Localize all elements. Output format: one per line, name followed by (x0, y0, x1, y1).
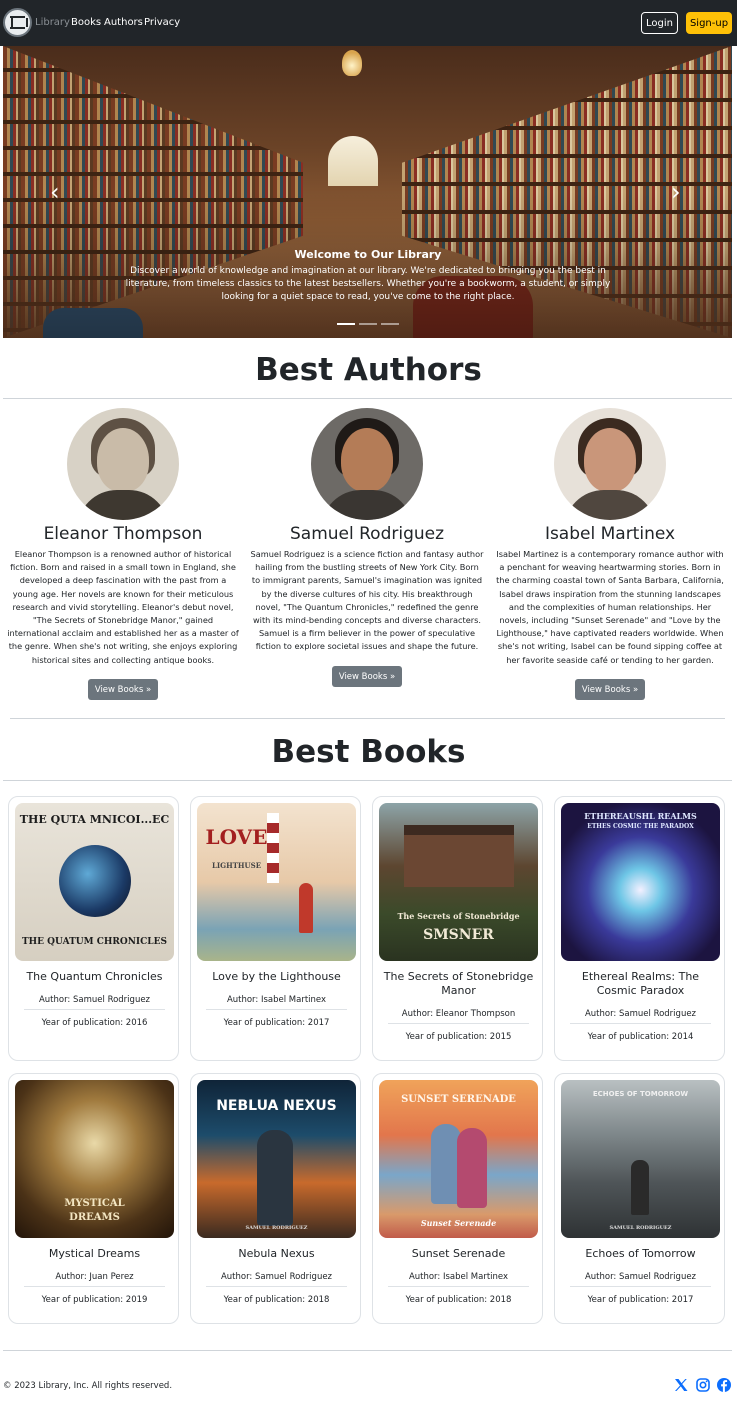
book-year: Year of publication: 2017 (587, 1295, 694, 1305)
book-title[interactable]: Nebula Nexus (197, 1247, 356, 1261)
book-author: Author: Samuel Rodriguez (584, 1009, 697, 1019)
footer-copyright: © 2023 Library, Inc. All rights reserved… (3, 1381, 173, 1391)
author-name: Eleanor Thompson (43, 524, 203, 544)
author-avatar (554, 408, 666, 520)
book-separator (206, 1286, 347, 1287)
carousel-indicator-2[interactable] (359, 323, 377, 325)
author-card: Eleanor Thompson Eleanor Thompson is a r… (4, 408, 242, 701)
author-bio: Isabel Martinez is a contemporary romanc… (496, 549, 724, 665)
best-authors-heading: Best Authors (255, 352, 482, 388)
author-name: Samuel Rodriguez (289, 524, 445, 544)
book-title[interactable]: The Secrets of Stonebridge Manor (379, 970, 538, 998)
hero-carousel: ‹ › Welcome to Our Library Discover a wo… (3, 46, 732, 338)
book-card[interactable]: NEBLUA NEXUS SAMUEL RODRIGUEZ Nebula Nex… (190, 1073, 361, 1324)
carousel-indicator-1[interactable] (337, 323, 355, 325)
book-card[interactable]: The Secrets of Stonebridge SMSNER The Se… (372, 796, 543, 1061)
author-card: Isabel Martinex Isabel Martinez is a con… (491, 408, 729, 701)
book-separator (570, 1023, 711, 1024)
carousel-caption-text: Discover a world of knowledge and imagin… (125, 266, 611, 302)
book-year: Year of publication: 2018 (223, 1295, 330, 1305)
carousel-indicator-3[interactable] (381, 323, 399, 325)
book-title[interactable]: Ethereal Realms: The Cosmic Paradox (561, 970, 720, 998)
author-bio: Samuel Rodriguez is a science fiction an… (250, 549, 484, 652)
book-author: Author: Samuel Rodriguez (220, 1272, 333, 1282)
footer-divider (3, 1350, 732, 1351)
author-avatar (311, 408, 423, 520)
book-card[interactable]: MYSTICAL DREAMS Mystical Dreams Author: … (8, 1073, 179, 1324)
book-separator (24, 1286, 165, 1287)
carousel-caption: Welcome to Our Library Discover a world … (123, 248, 613, 304)
authors-divider (3, 398, 732, 399)
carousel-indicators (337, 323, 399, 325)
best-books-heading: Best Books (271, 734, 466, 770)
book-cover-image: THE QUTA MNICOI...EC THE QUATUM CHRONICL… (15, 803, 174, 961)
nav-link-privacy[interactable]: Privacy (144, 17, 180, 28)
nav-link-books[interactable]: Books (71, 17, 101, 28)
book-author: Author: Juan Perez (55, 1272, 134, 1282)
book-title[interactable]: Sunset Serenade (379, 1247, 538, 1261)
signup-button[interactable]: Sign-up (686, 12, 732, 34)
book-title[interactable]: Mystical Dreams (15, 1247, 174, 1261)
facebook-icon[interactable] (716, 1377, 732, 1393)
section-divider (10, 718, 725, 719)
book-cover-image: SUNSET SERENADE Sunset Serenade (379, 1080, 538, 1238)
book-year: Year of publication: 2018 (405, 1295, 512, 1305)
carousel-next-chevron-right-icon[interactable]: › (671, 178, 681, 206)
book-cover-image: The Secrets of Stonebridge SMSNER (379, 803, 538, 961)
book-title[interactable]: The Quantum Chronicles (15, 970, 174, 984)
book-author: Author: Eleanor Thompson (401, 1009, 516, 1019)
book-title[interactable]: Love by the Lighthouse (197, 970, 356, 984)
view-books-button[interactable]: View Books » (87, 679, 159, 701)
book-cover-image: ECHOES OF TOMORROW SAMUEL RODRIGUEZ (561, 1080, 720, 1238)
book-author: Author: Samuel Rodriguez (584, 1272, 697, 1282)
books-divider (3, 780, 732, 781)
book-card[interactable]: THE QUTA MNICOI...EC THE QUATUM CHRONICL… (8, 796, 179, 1061)
view-books-button[interactable]: View Books » (574, 679, 646, 701)
book-author: Author: Isabel Martinex (226, 995, 327, 1005)
book-author: Author: Samuel Rodriguez (38, 995, 151, 1005)
x-twitter-icon[interactable] (673, 1377, 689, 1393)
book-separator (570, 1286, 711, 1287)
author-card: Samuel Rodriguez Samuel Rodriguez is a s… (248, 408, 486, 688)
book-separator (206, 1009, 347, 1010)
nav-link-authors[interactable]: Authors (104, 17, 143, 28)
book-card[interactable]: LOVE LIGHTHUSE Love by the Lighthouse Au… (190, 796, 361, 1061)
carousel-caption-title: Welcome to Our Library (294, 248, 442, 261)
author-bio: Eleanor Thompson is a renowned author of… (7, 549, 239, 665)
nav-brand-library[interactable]: Library (35, 17, 70, 28)
book-separator (388, 1286, 529, 1287)
book-title[interactable]: Echoes of Tomorrow (561, 1247, 720, 1261)
book-card[interactable]: ECHOES OF TOMORROW SAMUEL RODRIGUEZ Echo… (554, 1073, 725, 1324)
book-card[interactable]: SUNSET SERENADE Sunset Serenade Sunset S… (372, 1073, 543, 1324)
book-card[interactable]: ETHEREAUSHL REALMS ETHES COSMIC THE PARA… (554, 796, 725, 1061)
book-cover-image: ETHEREAUSHL REALMS ETHES COSMIC THE PARA… (561, 803, 720, 961)
carousel-prev-chevron-left-icon[interactable]: ‹ (50, 178, 60, 206)
instagram-icon[interactable] (695, 1377, 711, 1393)
navbar: Library Books Authors Privacy Login Sign… (0, 0, 737, 46)
book-year: Year of publication: 2015 (405, 1032, 512, 1042)
book-author: Author: Isabel Martinex (408, 1272, 509, 1282)
book-separator (388, 1023, 529, 1024)
author-name: Isabel Martinex (544, 524, 676, 544)
book-year: Year of publication: 2017 (223, 1018, 330, 1028)
book-year: Year of publication: 2016 (41, 1018, 148, 1028)
book-cover-image: NEBLUA NEXUS SAMUEL RODRIGUEZ (197, 1080, 356, 1238)
author-avatar (67, 408, 179, 520)
view-books-button[interactable]: View Books » (331, 666, 403, 688)
book-year: Year of publication: 2019 (41, 1295, 148, 1305)
login-button[interactable]: Login (641, 12, 678, 34)
book-cover-image: LOVE LIGHTHUSE (197, 803, 356, 961)
book-year: Year of publication: 2014 (587, 1032, 694, 1042)
book-separator (24, 1009, 165, 1010)
library-logo-icon[interactable] (3, 8, 32, 37)
book-cover-image: MYSTICAL DREAMS (15, 1080, 174, 1238)
